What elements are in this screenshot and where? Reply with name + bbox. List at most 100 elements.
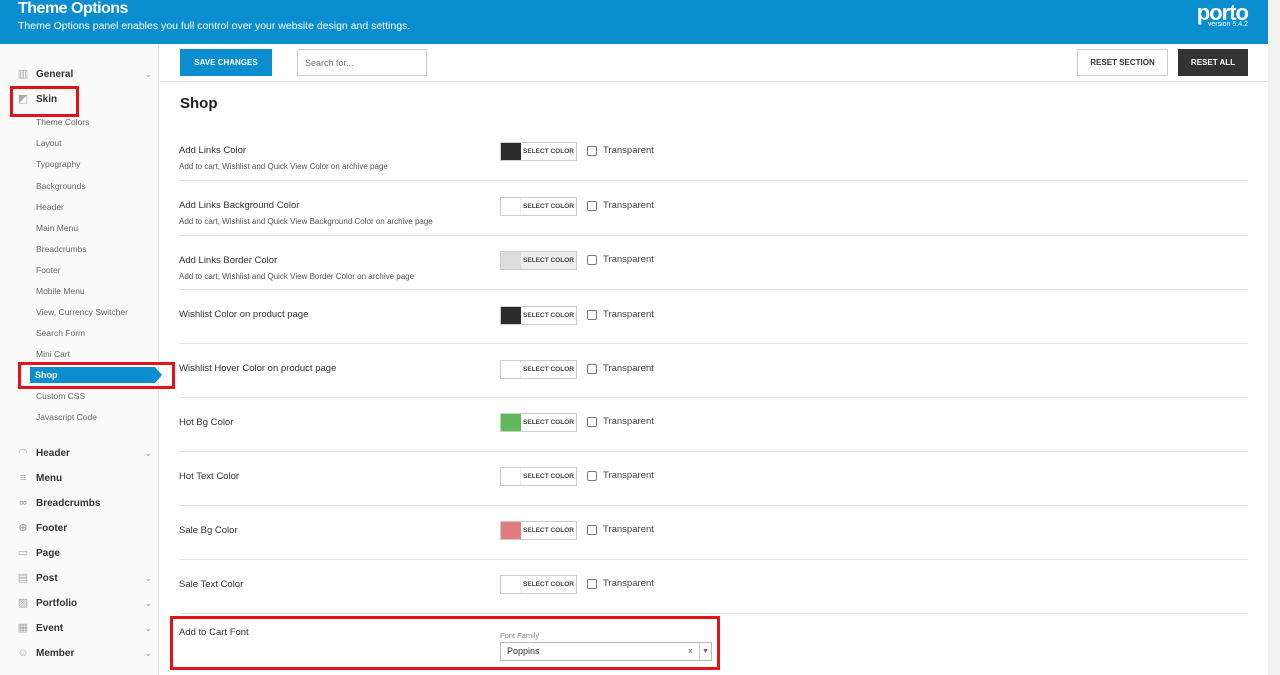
color-swatch[interactable] (501, 143, 521, 160)
select-color-button[interactable]: SELECT COLOR (521, 361, 576, 378)
select-color-button[interactable]: SELECT COLOR (521, 468, 576, 485)
transparent-toggle[interactable]: Transparent (587, 309, 654, 320)
transparent-checkbox[interactable] (587, 254, 597, 265)
select-color-button[interactable]: SELECT COLOR (521, 414, 576, 431)
porto-logo: porto version 5.4.2 (1197, 1, 1249, 29)
sidebar-subitem[interactable]: Mini Cart (36, 347, 70, 361)
color-swatch[interactable] (501, 198, 521, 215)
sidebar-subitem[interactable]: Mobile Menu (36, 284, 85, 298)
select-color-button[interactable]: SELECT COLOR (521, 198, 576, 215)
option-row: Wishlist Color on product page SELECT CO… (179, 300, 1248, 344)
color-swatch[interactable] (501, 576, 521, 593)
sidebar-item-label: Skin (36, 93, 58, 105)
transparent-label: Transparent (603, 363, 654, 374)
sidebar-item-skin[interactable]: ◩ Skin (16, 90, 152, 108)
sidebar-subitem[interactable]: Header (36, 200, 64, 214)
transparent-checkbox[interactable] (587, 145, 597, 156)
color-swatch[interactable] (501, 361, 521, 378)
transparent-toggle[interactable]: Transparent (587, 578, 654, 589)
color-picker[interactable]: SELECT COLOR (500, 251, 577, 270)
option-row: Add Links Color Add to cart, Wishlist an… (179, 136, 1248, 181)
color-picker[interactable]: SELECT COLOR (500, 142, 577, 161)
option-description: Add to cart, Wishlist and Quick View Bor… (179, 272, 415, 281)
sidebar-item-member[interactable]: ☺ Member ⌄ (16, 644, 152, 662)
sidebar-item-page[interactable]: ▭ Page (16, 544, 152, 562)
color-swatch[interactable] (501, 522, 521, 539)
clear-icon[interactable]: × (688, 643, 693, 660)
sidebar-item-label: Menu (36, 472, 63, 484)
transparent-checkbox[interactable] (587, 363, 597, 374)
sidebar-item-header[interactable]: ◠ Header ⌄ (16, 444, 152, 462)
save-changes-button[interactable]: SAVE CHANGES (180, 49, 272, 76)
select-color-button[interactable]: SELECT COLOR (521, 143, 576, 160)
transparent-toggle[interactable]: Transparent (587, 524, 654, 535)
color-swatch[interactable] (501, 468, 521, 485)
color-picker[interactable]: SELECT COLOR (500, 467, 577, 486)
transparent-toggle[interactable]: Transparent (587, 416, 654, 427)
color-picker[interactable]: SELECT COLOR (500, 197, 577, 216)
sidebar-item-footer[interactable]: ⊕ Footer (16, 519, 152, 537)
color-picker[interactable]: SELECT COLOR (500, 521, 577, 540)
sidebar-subitem-shop[interactable]: Shop (30, 367, 162, 383)
reset-section-button[interactable]: RESET SECTION (1077, 49, 1168, 76)
transparent-checkbox[interactable] (587, 578, 597, 589)
transparent-checkbox[interactable] (587, 524, 597, 535)
transparent-checkbox[interactable] (587, 309, 597, 320)
sidebar-item-label: General (36, 68, 74, 80)
option-label: Hot Text Color (179, 471, 240, 482)
sidebar: ▥ General ⌄ ◩ Skin Theme Colors Layout T… (0, 44, 162, 675)
option-label: Add Links Color (179, 145, 247, 156)
sidebar-item-general[interactable]: ▥ General ⌄ (16, 65, 152, 83)
sidebar-subitem[interactable]: Main Menu (36, 221, 78, 235)
scrollbar[interactable] (1268, 0, 1280, 675)
sidebar-item-post[interactable]: ▤ Post ⌄ (16, 569, 152, 587)
sidebar-item-breadcrumbs[interactable]: ∞ Breadcrumbs (16, 494, 152, 512)
option-label: Sale Bg Color (179, 525, 238, 536)
search-input[interactable] (297, 49, 427, 76)
transparent-checkbox[interactable] (587, 416, 597, 427)
transparent-toggle[interactable]: Transparent (587, 145, 654, 156)
transparent-toggle[interactable]: Transparent (587, 254, 654, 265)
transparent-toggle[interactable]: Transparent (587, 470, 654, 481)
select-color-button[interactable]: SELECT COLOR (521, 522, 576, 539)
color-picker[interactable]: SELECT COLOR (500, 360, 577, 379)
sidebar-subitem[interactable]: Breadcrumbs (36, 242, 87, 256)
select-color-button[interactable]: SELECT COLOR (521, 252, 576, 269)
reset-all-button[interactable]: RESET ALL (1178, 49, 1248, 76)
option-row: Hot Bg Color SELECT COLOR Transparent (179, 408, 1248, 452)
color-swatch[interactable] (501, 414, 521, 431)
color-picker[interactable]: SELECT COLOR (500, 575, 577, 594)
transparent-toggle[interactable]: Transparent (587, 200, 654, 211)
sidebar-item-event[interactable]: ▦ Event ⌄ (16, 619, 152, 637)
transparent-label: Transparent (603, 200, 654, 211)
sidebar-subitem[interactable]: Search Form (36, 326, 85, 340)
sidebar-subitem[interactable]: Javascript Code (36, 410, 97, 424)
color-swatch[interactable] (501, 252, 521, 269)
sidebar-item-portfolio[interactable]: ▨ Portfolio ⌄ (16, 594, 152, 612)
option-row: Add Links Background Color Add to cart, … (179, 191, 1248, 236)
color-swatch[interactable] (501, 307, 521, 324)
select-color-button[interactable]: SELECT COLOR (521, 576, 576, 593)
chevron-down-icon[interactable]: ▼ (699, 643, 711, 660)
sidebar-item-menu[interactable]: ≡ Menu (16, 469, 152, 487)
sidebar-subitem[interactable]: View, Currency Switcher (36, 305, 128, 319)
transparent-checkbox[interactable] (587, 200, 597, 211)
transparent-toggle[interactable]: Transparent (587, 363, 654, 374)
toolbar: SAVE CHANGES RESET SECTION RESET ALL (160, 44, 1268, 82)
transparent-checkbox[interactable] (587, 470, 597, 481)
color-picker[interactable]: SELECT COLOR (500, 306, 577, 325)
transparent-label: Transparent (603, 145, 654, 156)
chevron-down-icon: ⌄ (144, 647, 152, 658)
sidebar-subitem[interactable]: Footer (36, 263, 61, 277)
sidebar-subitem[interactable]: Theme Colors (36, 115, 89, 129)
select-color-button[interactable]: SELECT COLOR (521, 307, 576, 324)
color-picker[interactable]: SELECT COLOR (500, 413, 577, 432)
option-label: Add Links Background Color (179, 200, 300, 211)
font-family-select[interactable]: Poppins × ▼ (500, 642, 712, 661)
sidebar-subitem[interactable]: Typography (36, 157, 80, 171)
sidebar-item-label: Page (36, 547, 60, 559)
sidebar-subitem[interactable]: Backgrounds (36, 179, 86, 193)
sidebar-subitem[interactable]: Layout (36, 136, 62, 150)
user-icon: ☺ (17, 647, 29, 659)
sidebar-subitem[interactable]: Custom CSS (36, 389, 85, 403)
